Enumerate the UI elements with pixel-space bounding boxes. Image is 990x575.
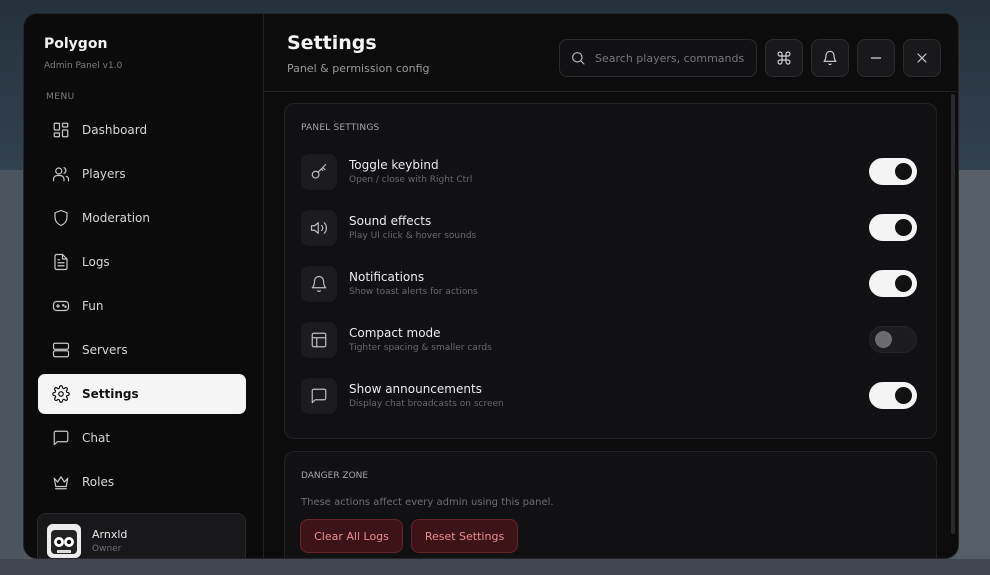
file-text-icon	[52, 253, 70, 271]
bell-icon	[301, 266, 337, 302]
command-icon	[777, 51, 791, 65]
toggle-knob	[895, 163, 912, 180]
page-title: Settings	[287, 32, 377, 54]
sidebar-item-label: Fun	[82, 299, 104, 313]
toggle-knob	[895, 219, 912, 236]
toggle-knob	[875, 331, 892, 348]
gamepad-icon	[52, 297, 70, 315]
sidebar-item-label: Dashboard	[82, 123, 148, 137]
danger-description: These actions affect every admin using t…	[301, 497, 554, 508]
setting-description: Open / close with Right Ctrl	[349, 175, 473, 185]
main-content: Settings Panel & permission config PANEL…	[264, 14, 958, 558]
setting-toggle-keybind: Toggle keybind Open / close with Right C…	[301, 152, 921, 192]
toggle-switch[interactable]	[869, 158, 917, 185]
search-icon	[572, 52, 585, 65]
sidebar-item-label: Chat	[82, 431, 111, 445]
user-card[interactable]: Arnxld Owner	[37, 513, 246, 558]
danger-zone-card: DANGER ZONE These actions affect every a…	[284, 451, 937, 558]
sidebar-item-label: Logs	[82, 255, 110, 269]
gear-icon	[52, 385, 70, 403]
search-box[interactable]	[559, 39, 757, 77]
user-name: Arnxld	[92, 528, 128, 541]
sidebar-item-moderation[interactable]: Moderation	[38, 198, 246, 238]
scrollbar[interactable]	[951, 94, 955, 534]
bell-icon	[823, 50, 837, 66]
toggle-switch[interactable]	[869, 270, 917, 297]
close-button[interactable]	[903, 39, 941, 77]
setting-name: Sound effects	[349, 214, 432, 228]
message-icon	[301, 378, 337, 414]
clear-logs-button[interactable]: Clear All Logs	[300, 519, 403, 553]
dashboard-icon	[52, 121, 70, 139]
avatar	[47, 524, 81, 558]
sidebar-item-settings[interactable]: Settings	[38, 374, 246, 414]
panel-settings-card: PANEL SETTINGS Toggle keybind Open / clo…	[284, 103, 937, 439]
setting-notifications: Notifications Show toast alerts for acti…	[301, 264, 921, 304]
close-icon	[917, 53, 927, 63]
admin-panel-window: Polygon Admin Panel v1.0 MENU Dashboard …	[23, 13, 959, 559]
setting-description: Tighter spacing & smaller cards	[349, 343, 492, 353]
toggle-switch[interactable]	[869, 382, 917, 409]
setting-description: Play UI click & hover sounds	[349, 231, 477, 241]
header: Settings Panel & permission config	[264, 14, 958, 92]
setting-description: Display chat broadcasts on screen	[349, 399, 504, 409]
layout-icon	[301, 322, 337, 358]
brand-name: Polygon	[44, 36, 108, 52]
message-icon	[52, 429, 70, 447]
section-label: PANEL SETTINGS	[301, 123, 380, 133]
sidebar-item-label: Settings	[82, 387, 139, 401]
crown-icon	[52, 473, 70, 491]
setting-name: Compact mode	[349, 326, 441, 340]
setting-description: Show toast alerts for actions	[349, 287, 478, 297]
command-button[interactable]	[765, 39, 803, 77]
volume-icon	[301, 210, 337, 246]
sidebar-item-label: Moderation	[82, 211, 150, 225]
background-right	[956, 170, 990, 575]
toggle-knob	[895, 275, 912, 292]
users-icon	[52, 165, 70, 183]
toggle-knob	[895, 387, 912, 404]
shield-icon	[52, 209, 70, 227]
background-bottom	[0, 559, 990, 575]
menu-label: MENU	[46, 92, 75, 102]
setting-name: Show announcements	[349, 382, 482, 396]
notifications-button[interactable]	[811, 39, 849, 77]
sidebar-item-roles[interactable]: Roles	[38, 462, 246, 502]
server-icon	[52, 341, 70, 359]
brand-subtitle: Admin Panel v1.0	[44, 61, 123, 71]
sidebar-item-players[interactable]: Players	[38, 154, 246, 194]
sidebar: Polygon Admin Panel v1.0 MENU Dashboard …	[24, 14, 264, 558]
setting-sound-effects: Sound effects Play UI click & hover soun…	[301, 208, 921, 248]
page-subtitle: Panel & permission config	[287, 62, 430, 75]
sidebar-item-logs[interactable]: Logs	[38, 242, 246, 282]
sidebar-item-chat[interactable]: Chat	[38, 418, 246, 458]
minimize-button[interactable]	[857, 39, 895, 77]
minus-icon	[870, 57, 882, 59]
sidebar-item-fun[interactable]: Fun	[38, 286, 246, 326]
sidebar-item-label: Servers	[82, 343, 128, 357]
sidebar-item-servers[interactable]: Servers	[38, 330, 246, 370]
toggle-switch[interactable]	[869, 326, 917, 353]
setting-compact-mode: Compact mode Tighter spacing & smaller c…	[301, 320, 921, 360]
user-role: Owner	[92, 544, 122, 554]
setting-name: Toggle keybind	[349, 158, 439, 172]
section-label: DANGER ZONE	[301, 471, 369, 481]
sidebar-item-dashboard[interactable]: Dashboard	[38, 110, 246, 150]
reset-settings-button[interactable]: Reset Settings	[411, 519, 518, 553]
toggle-switch[interactable]	[869, 214, 917, 241]
setting-show-announcements: Show announcements Display chat broadcas…	[301, 376, 921, 416]
key-icon	[301, 154, 337, 190]
sidebar-nav: Dashboard Players Moderation Logs Fun Se…	[38, 110, 246, 506]
setting-name: Notifications	[349, 270, 425, 284]
background-left	[0, 170, 24, 575]
sidebar-item-label: Players	[82, 167, 126, 181]
sidebar-item-label: Roles	[82, 475, 115, 489]
search-input[interactable]	[595, 51, 745, 65]
